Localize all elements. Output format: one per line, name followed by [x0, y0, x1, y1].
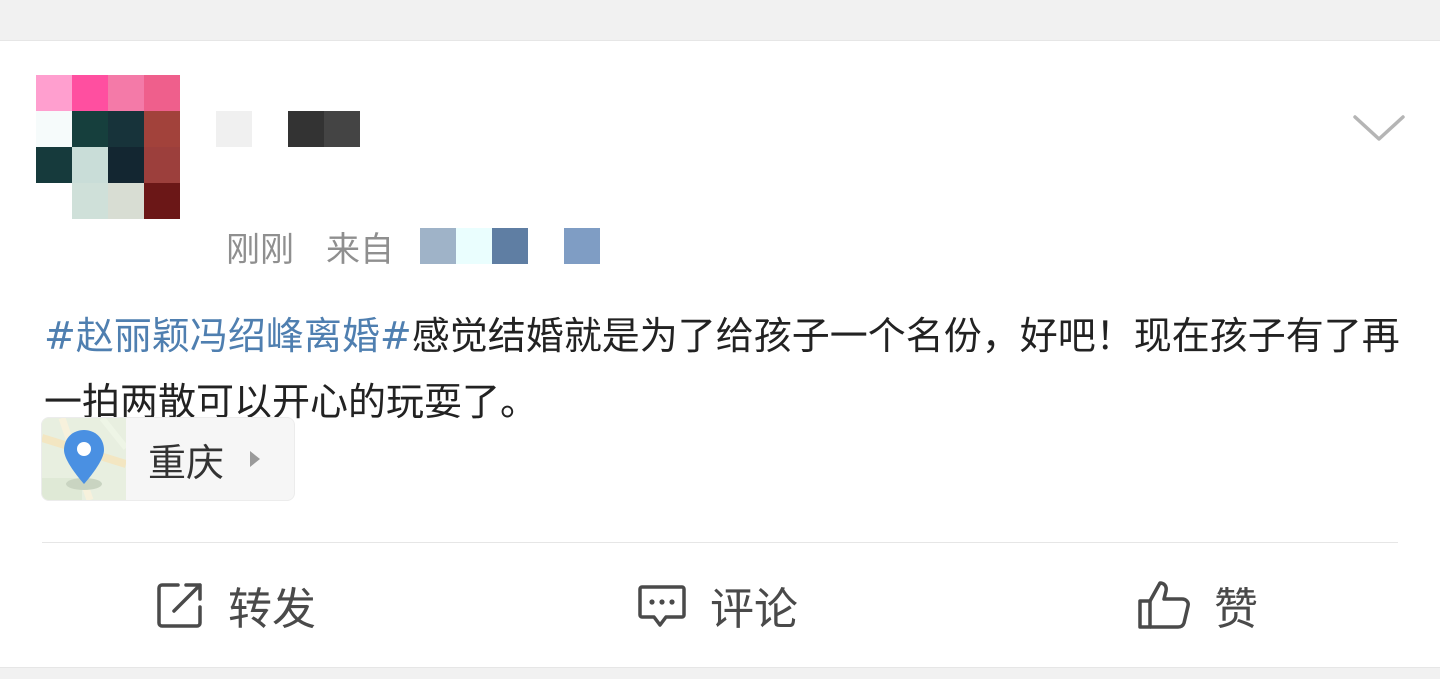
source-redacted[interactable] — [420, 228, 600, 264]
source-prefix: 来自 — [326, 229, 394, 270]
avatar[interactable] — [36, 75, 180, 219]
like-label: 赞 — [1214, 584, 1258, 635]
location-pin-icon — [42, 418, 129, 500]
location-chip[interactable]: 重庆 — [41, 417, 295, 501]
post-time: 刚刚 — [226, 229, 294, 270]
like-button[interactable]: 赞 — [1136, 573, 1258, 637]
post-meta: 刚刚 来自 — [226, 221, 600, 271]
repost-button[interactable]: 转发 — [154, 573, 316, 637]
location-label: 重庆 — [148, 440, 225, 485]
repost-label: 转发 — [228, 584, 316, 635]
chevron-right-icon — [250, 451, 261, 467]
comment-icon — [638, 585, 686, 627]
chevron-down-icon[interactable] — [1352, 111, 1406, 147]
map-thumbnail — [42, 418, 129, 500]
hashtag-link[interactable]: #赵丽颖冯绍峰离婚# — [44, 314, 412, 358]
post-text: #赵丽颖冯绍峰离婚#感觉结婚就是为了给孩子一个名份，好吧！现在孩子有了再一拍两散… — [44, 303, 1404, 435]
comment-label: 评论 — [710, 584, 798, 635]
repost-icon — [157, 583, 202, 628]
thumbs-up-icon — [1138, 581, 1190, 629]
username-redacted[interactable] — [216, 111, 360, 147]
comment-button[interactable]: 评论 — [636, 573, 798, 637]
post-card[interactable]: 刚刚 来自 #赵丽颖冯绍峰离婚#感觉结婚就是为了给孩子一个名份，好吧！现在孩子有… — [0, 40, 1440, 668]
action-bar: 转发 评论 赞 — [0, 543, 1440, 667]
